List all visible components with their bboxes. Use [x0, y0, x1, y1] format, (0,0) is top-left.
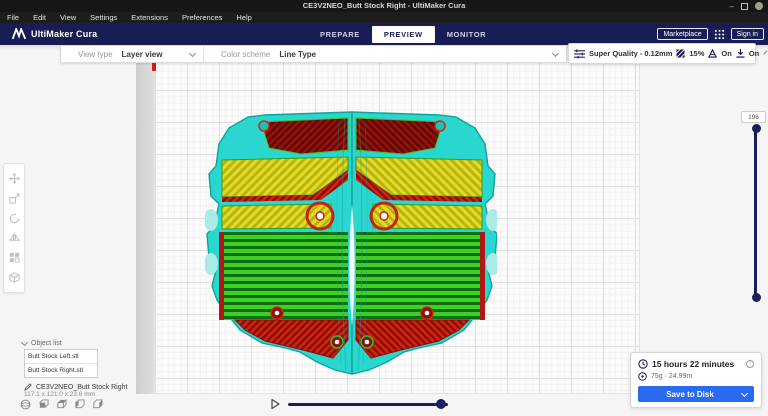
3d-view-icon[interactable] [20, 399, 31, 410]
menu-file[interactable]: File [0, 13, 26, 22]
app-header: UltiMaker Cura PREPARE PREVIEW MONITOR M… [0, 23, 768, 45]
adhesion-value: On [749, 49, 759, 58]
menu-extensions[interactable]: Extensions [124, 13, 175, 22]
support-icon [708, 49, 717, 58]
layer-slider-track[interactable] [754, 128, 757, 298]
chevron-down-icon [189, 49, 196, 56]
material-spool-icon [638, 372, 647, 381]
print-settings-panel[interactable]: Super Quality - 0.12mm 15% On On [568, 43, 756, 64]
color-scheme-value: Line Type [279, 50, 316, 59]
layer-number-label: 196 [741, 111, 766, 123]
sliders-icon [574, 49, 585, 59]
app-grid-icon[interactable] [714, 29, 725, 40]
menu-preferences[interactable]: Preferences [175, 13, 229, 22]
tab-monitor[interactable]: MONITOR [435, 26, 498, 43]
save-to-disk-button[interactable]: Save to Disk [638, 386, 754, 402]
per-model-settings-icon[interactable] [9, 252, 20, 263]
front-view-icon[interactable] [38, 399, 49, 410]
simulation-slider-track[interactable] [288, 403, 448, 406]
object-list-title: Object list [31, 340, 62, 347]
window-controls: – [730, 0, 763, 12]
object-list-header[interactable]: Object list [22, 340, 62, 347]
window-titlebar: CE3V2NEO_Butt Stock Right - UltiMaker Cu… [0, 0, 768, 12]
rename-pencil-icon [24, 383, 32, 391]
top-view-icon[interactable] [56, 399, 67, 410]
infill-icon [676, 49, 685, 58]
move-tool-icon[interactable] [9, 173, 20, 184]
camera-view-buttons [20, 399, 103, 410]
scale-tool-icon[interactable] [9, 193, 20, 204]
rotate-tool-icon[interactable] [9, 213, 20, 224]
right-view-icon[interactable] [92, 399, 103, 410]
info-icon[interactable]: i [746, 360, 754, 368]
color-scheme-dropdown[interactable]: Color scheme Line Type [204, 46, 566, 62]
chevron-down-icon [741, 389, 748, 396]
support-blocker-icon[interactable] [9, 272, 20, 283]
material-usage: 75g · 24.99m [651, 373, 692, 380]
save-to-disk-label: Save to Disk [638, 390, 742, 399]
menu-view[interactable]: View [53, 13, 83, 22]
play-button[interactable] [269, 398, 281, 410]
clock-icon [638, 359, 648, 369]
model-dimensions: 117.1 x 121.0 x 23.6 mm [24, 391, 95, 398]
close-icon[interactable] [755, 2, 763, 10]
view-type-label: View type [78, 50, 113, 59]
infill-value: 15% [689, 49, 704, 58]
tab-prepare[interactable]: PREPARE [308, 26, 372, 43]
job-name-row[interactable]: CE3V2NEO_Butt Stock Right [24, 383, 127, 391]
print-job-card: 15 hours 22 minutes i 75g · 24.99m Save … [630, 352, 762, 408]
color-scheme-label: Color scheme [221, 50, 270, 59]
tool-panel [3, 163, 25, 293]
menu-bar: File Edit View Settings Extensions Prefe… [0, 12, 768, 23]
job-name: CE3V2NEO_Butt Stock Right [36, 384, 127, 391]
collapse-chevron-icon [21, 339, 28, 346]
minimize-icon[interactable]: – [730, 2, 734, 11]
stage-tabs: PREPARE PREVIEW MONITOR [308, 23, 498, 45]
object-list-item[interactable]: Butt Stock Left.stl [25, 350, 97, 364]
header-right: Marketplace Sign in [657, 23, 764, 45]
profile-summary: Super Quality - 0.12mm [589, 49, 672, 58]
object-list: Butt Stock Left.stl Butt Stock Right.stl [24, 349, 98, 378]
marketplace-button[interactable]: Marketplace [657, 28, 707, 40]
view-type-value: Layer view [122, 50, 163, 59]
simulation-slider-handle[interactable] [436, 399, 446, 409]
view-type-dropdown[interactable]: View type Layer view [61, 46, 203, 62]
maximize-icon[interactable] [741, 3, 748, 10]
window-title: CE3V2NEO_Butt Stock Right - UltiMaker Cu… [0, 1, 768, 10]
menu-help[interactable]: Help [229, 13, 258, 22]
mirror-tool-icon[interactable] [9, 232, 20, 243]
support-value: On [721, 49, 731, 58]
chevron-down-icon [552, 49, 559, 56]
object-list-item[interactable]: Butt Stock Right.stl [25, 364, 97, 377]
ultimaker-logo-icon [12, 28, 26, 40]
chevron-down-icon [764, 50, 768, 54]
buildplate-side [136, 57, 154, 394]
brand-name: UltiMaker Cura [31, 29, 97, 39]
layer-slider-bottom-handle[interactable] [752, 293, 761, 302]
left-view-icon[interactable] [74, 399, 85, 410]
adhesion-icon [736, 49, 745, 58]
menu-settings[interactable]: Settings [83, 13, 124, 22]
layer-slider-top-handle[interactable] [752, 124, 761, 133]
tab-preview[interactable]: PREVIEW [372, 26, 435, 43]
brand: UltiMaker Cura [12, 23, 97, 45]
menu-edit[interactable]: Edit [26, 13, 53, 22]
sign-in-button[interactable]: Sign in [731, 28, 764, 40]
sliced-model-preview[interactable] [205, 108, 497, 376]
view-options-bar: View type Layer view Color scheme Line T… [60, 45, 567, 63]
print-time: 15 hours 22 minutes [652, 359, 742, 369]
